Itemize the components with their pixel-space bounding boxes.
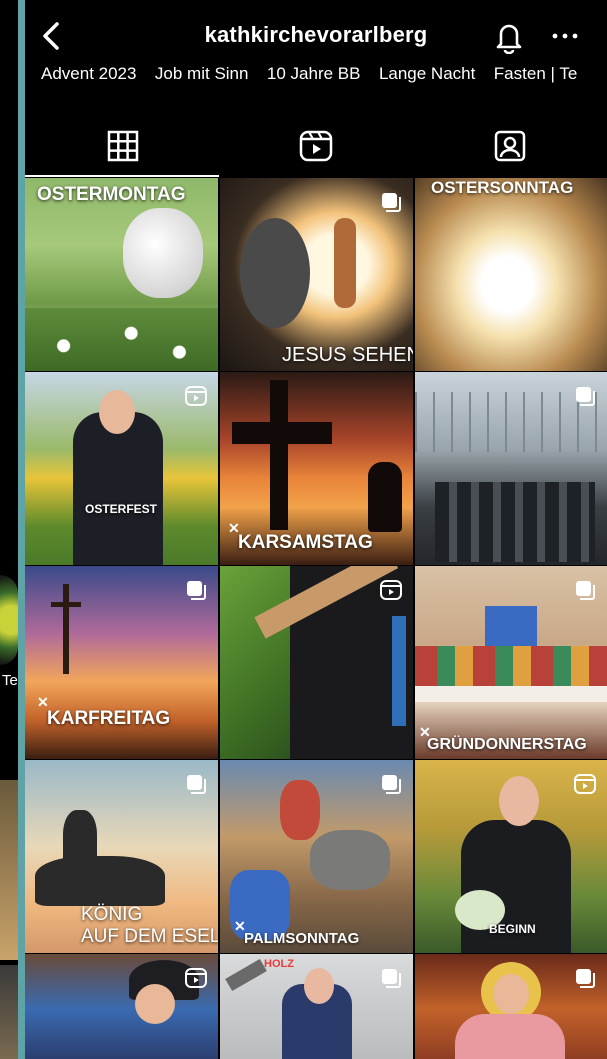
apostles-image — [415, 646, 607, 686]
rattle-image — [225, 958, 267, 992]
carousel-icon — [576, 387, 595, 406]
figure-silhouette — [334, 218, 356, 308]
post-thumbnail[interactable]: HOLZ — [220, 954, 413, 1059]
post-thumbnail[interactable]: ✕ GRÜNDONNERSTAG — [415, 566, 607, 759]
story-highlights: Advent 2023 Job mit Sinn 10 Jahre BB Lan… — [25, 64, 607, 92]
reels-badge-icon — [185, 386, 207, 406]
reels-icon[interactable] — [296, 126, 336, 166]
carousel-icon — [382, 775, 401, 794]
post-caption: HOLZ — [264, 958, 294, 970]
post-thumbnail[interactable]: OSTERMONTAG — [25, 178, 218, 371]
child-face — [135, 984, 175, 1024]
adjacent-screen-strip: Te — [0, 0, 18, 1059]
active-tab-indicator — [25, 175, 219, 177]
post-thumbnail[interactable]: BEGINN — [415, 760, 607, 953]
window-border — [18, 0, 25, 1059]
adjacent-thumbnail — [0, 780, 18, 960]
bunny-image — [123, 208, 203, 298]
person-face — [499, 776, 539, 826]
post-thumbnail[interactable]: ✕ KARSAMSTAG — [220, 372, 413, 565]
cross-bar — [232, 422, 332, 444]
post-thumbnail[interactable]: KÖNIG AUF DEM ESEL? — [25, 760, 218, 953]
person-image — [73, 412, 163, 565]
post-caption: KARSAMSTAG — [238, 532, 373, 553]
carousel-icon — [382, 969, 401, 988]
post-caption: OSTERFEST — [85, 502, 158, 516]
post-thumbnail[interactable]: OSTERFEST — [25, 372, 218, 565]
post-thumbnail[interactable]: OSTERSONNTAG — [415, 178, 607, 371]
highlight-lange-nacht[interactable]: Lange Nacht — [379, 64, 475, 84]
profile-screen: kathkirchevorarlberg Advent 2023 Job mit… — [25, 0, 607, 1059]
person-face — [99, 390, 135, 434]
donkey-silhouette — [35, 856, 165, 906]
tagged-icon[interactable] — [490, 126, 530, 166]
reels-badge-icon — [185, 968, 207, 988]
carousel-icon — [382, 193, 401, 212]
top-bar: kathkirchevorarlberg — [25, 0, 607, 60]
highlight-advent[interactable]: Advent 2023 — [41, 64, 136, 84]
reels-badge-icon — [574, 774, 596, 794]
carousel-icon — [576, 581, 595, 600]
stole-image — [392, 616, 406, 726]
post-thumbnail[interactable]: ✕ PALMSONNTAG — [220, 760, 413, 953]
flowers-image — [25, 308, 218, 371]
post-caption: BEGINN — [489, 922, 536, 936]
post-caption-line2: AUF DEM ESEL? — [81, 926, 218, 947]
carousel-icon — [187, 581, 206, 600]
grid-icon[interactable] — [103, 126, 143, 166]
stone-image — [240, 218, 310, 328]
post-caption: KARFREITAG — [47, 708, 171, 729]
more-dots-icon[interactable] — [549, 24, 581, 48]
adjacent-label: Te — [2, 672, 18, 689]
post-thumbnail[interactable] — [25, 954, 218, 1059]
carousel-icon — [576, 969, 595, 988]
crucifix-image — [63, 584, 69, 674]
rider-silhouette — [63, 810, 97, 870]
post-caption: JESUS SEHEN — [282, 344, 413, 366]
saint-robe — [455, 1014, 565, 1059]
people-image — [435, 482, 595, 562]
kneeling-figure — [368, 462, 402, 532]
donkey-painting — [310, 830, 390, 890]
highlight-10-jahre[interactable]: 10 Jahre BB — [267, 64, 361, 84]
adjacent-story-thumbnail — [0, 575, 18, 665]
crucifix-bar — [51, 602, 81, 607]
person-face — [304, 968, 334, 1004]
post-thumbnail[interactable]: ✕ KARFREITAG — [25, 566, 218, 759]
post-caption: OSTERMONTAG — [37, 184, 186, 205]
carousel-icon — [187, 775, 206, 794]
highlight-job[interactable]: Job mit Sinn — [155, 64, 249, 84]
profile-tabs — [25, 118, 607, 178]
post-thumbnail[interactable] — [220, 566, 413, 759]
post-thumbnail[interactable]: JESUS SEHEN — [220, 178, 413, 371]
post-caption: PALMSONNTAG — [244, 930, 360, 947]
adjacent-thumbnail — [0, 965, 18, 1059]
post-thumbnail[interactable] — [415, 372, 607, 565]
painting-figure — [280, 780, 320, 840]
highlight-fasten[interactable]: Fasten | Te — [494, 64, 577, 84]
post-caption: KÖNIG — [81, 904, 143, 925]
saint-face — [493, 974, 529, 1014]
post-caption: GRÜNDONNERSTAG — [427, 736, 587, 753]
post-thumbnail[interactable] — [415, 954, 607, 1059]
table-image — [415, 686, 607, 702]
reels-badge-icon — [380, 580, 402, 600]
bell-icon[interactable] — [493, 20, 525, 55]
post-caption: OSTERSONNTAG — [431, 178, 574, 197]
cross-image — [270, 380, 288, 530]
